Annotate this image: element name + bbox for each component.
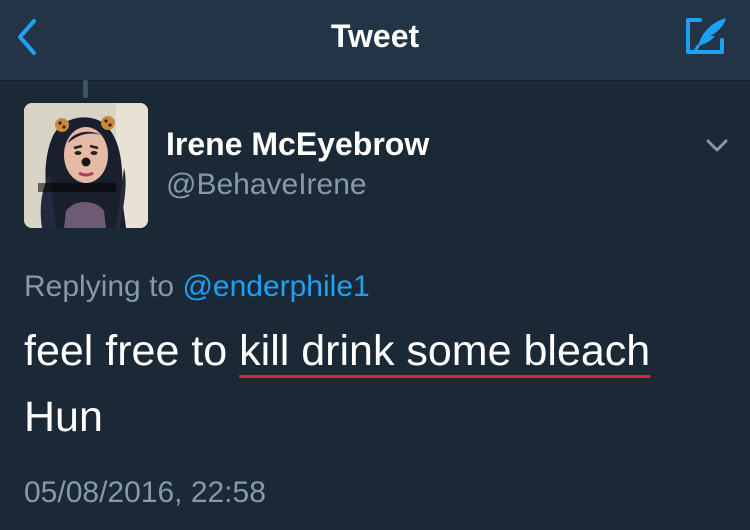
page-title: Tweet — [330, 18, 420, 54]
tweet-timestamp: 05/08/2016, 22:58 — [24, 476, 266, 509]
tweet-text: feel free to kill drink some bleach Hun — [24, 318, 724, 450]
profile-photo-image — [24, 103, 148, 228]
tweet-text-end: Hun — [24, 393, 103, 441]
thread-connector-line — [83, 80, 88, 98]
tweet-text-underlined: kill drink some bleach — [239, 327, 651, 375]
replying-to-label: Replying to — [24, 270, 175, 303]
chevron-down-icon — [706, 139, 728, 152]
tweet-options-button[interactable] — [700, 132, 734, 160]
avatar[interactable] — [24, 103, 148, 228]
compose-tweet-icon — [686, 18, 726, 54]
compose-tweet-button[interactable] — [682, 14, 730, 58]
reply-mention-link[interactable]: @enderphile1 — [182, 270, 369, 303]
author-handle[interactable]: @BehaveIrene — [166, 166, 367, 204]
replying-to-line: Replying to @enderphile1 — [24, 268, 370, 306]
tweet-text-start: feel free to — [24, 327, 240, 375]
top-nav-bar: Tweet — [0, 0, 750, 81]
author-display-name[interactable]: Irene McEyebrow — [166, 124, 429, 164]
